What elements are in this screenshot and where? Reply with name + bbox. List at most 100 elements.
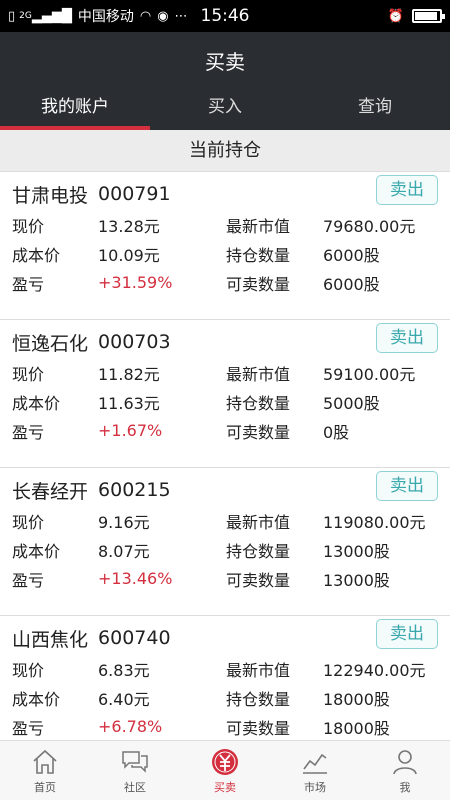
cost-value: 8.07元 xyxy=(98,541,150,561)
price-label: 现价 xyxy=(12,660,45,680)
market-value: 119080.00元 xyxy=(323,512,426,532)
sell-button[interactable]: 卖出 xyxy=(376,175,438,205)
chat-icon xyxy=(122,751,148,773)
pnl-value: +6.78% xyxy=(98,717,163,736)
battery-fill xyxy=(415,12,437,20)
nav-label: 我 xyxy=(399,781,411,794)
pnl-value: +13.46% xyxy=(98,569,173,588)
nav-home[interactable]: 首页 xyxy=(0,741,90,800)
sell-button[interactable]: 卖出 xyxy=(376,619,438,649)
sellable-label: 可卖数量 xyxy=(226,422,291,442)
holding-value: 6000股 xyxy=(323,245,380,265)
chart-icon xyxy=(303,753,327,774)
sim-icon: ▯ xyxy=(8,8,16,24)
sellable-label: 可卖数量 xyxy=(226,274,291,294)
sellable-value: 6000股 xyxy=(323,274,380,294)
stock-name: 长春经开 xyxy=(12,480,89,503)
carrier-name: 中国移动 xyxy=(77,9,134,25)
position-card: 恒逸石化 000703 卖出 现价 11.82元 最新市值 59100.00元 … xyxy=(0,320,450,468)
market-value-label: 最新市值 xyxy=(226,660,291,680)
yuan-icon xyxy=(212,749,238,775)
cost-label: 成本价 xyxy=(12,689,61,709)
pnl-label: 盈亏 xyxy=(12,422,45,442)
position-card: 山西焦化 600740 卖出 现价 6.83元 最新市值 122940.00元 … xyxy=(0,616,450,740)
stock-code: 000791 xyxy=(98,183,171,205)
holding-label: 持仓数量 xyxy=(226,393,291,413)
weibo-icon: ◉ xyxy=(157,8,169,24)
position-card: 长春经开 600215 卖出 现价 9.16元 最新市值 119080.00元 … xyxy=(0,468,450,616)
holding-label: 持仓数量 xyxy=(226,245,291,265)
pnl-value: +1.67% xyxy=(98,421,163,440)
section-title: 当前持仓 xyxy=(0,130,450,172)
page-title: 买卖 xyxy=(205,50,245,74)
pnl-label: 盈亏 xyxy=(12,274,45,294)
more-icon: ⋯ xyxy=(174,8,188,24)
stock-name: 甘肃电投 xyxy=(12,184,89,207)
sell-button[interactable]: 卖出 xyxy=(376,471,438,501)
home-icon xyxy=(33,749,57,774)
price-value: 9.16元 xyxy=(98,512,150,532)
market-value-label: 最新市值 xyxy=(226,512,291,532)
nav-trade[interactable]: 买卖 xyxy=(180,741,270,800)
signal-icon: ▂▄▆█ xyxy=(31,8,72,24)
holding-value: 13000股 xyxy=(323,541,390,561)
tab-my-account[interactable]: 我的账户 xyxy=(0,90,150,130)
wifi-icon: ◠ xyxy=(139,8,152,24)
sellable-label: 可卖数量 xyxy=(226,718,291,738)
tab-label: 买入 xyxy=(208,97,242,117)
holding-value: 18000股 xyxy=(323,689,390,709)
nav-community[interactable]: 社区 xyxy=(90,741,180,800)
cost-label: 成本价 xyxy=(12,541,61,561)
holding-label: 持仓数量 xyxy=(226,689,291,709)
stock-name: 山西焦化 xyxy=(12,628,89,651)
tab-query[interactable]: 查询 xyxy=(300,90,450,130)
nav-label: 市场 xyxy=(304,781,326,794)
stock-code: 600215 xyxy=(98,479,171,501)
market-value: 79680.00元 xyxy=(323,216,416,236)
cost-value: 10.09元 xyxy=(98,245,160,265)
sellable-value: 0股 xyxy=(323,422,350,442)
pnl-label: 盈亏 xyxy=(12,718,45,738)
sellable-value: 18000股 xyxy=(323,718,390,738)
market-value-label: 最新市值 xyxy=(226,216,291,236)
price-value: 13.28元 xyxy=(98,216,160,236)
price-label: 现价 xyxy=(12,216,45,236)
pnl-label: 盈亏 xyxy=(12,570,45,590)
sellable-label: 可卖数量 xyxy=(226,570,291,590)
price-value: 6.83元 xyxy=(98,660,150,680)
holding-label: 持仓数量 xyxy=(226,541,291,561)
market-value-label: 最新市值 xyxy=(226,364,291,384)
nav-label: 社区 xyxy=(124,781,146,794)
tab-label: 我的账户 xyxy=(41,97,109,117)
cost-value: 11.63元 xyxy=(98,393,160,413)
nav-market[interactable]: 市场 xyxy=(270,741,360,800)
stock-code: 600740 xyxy=(98,627,171,649)
tab-buy[interactable]: 买入 xyxy=(150,90,300,130)
cost-value: 6.40元 xyxy=(98,689,150,709)
sellable-value: 13000股 xyxy=(323,570,390,590)
bottom-nav: 首页 社区 买卖 市场 我 xyxy=(0,740,450,800)
price-label: 现价 xyxy=(12,512,45,532)
nav-me[interactable]: 我 xyxy=(360,741,450,800)
battery-icon xyxy=(412,9,445,23)
holding-value: 5000股 xyxy=(323,393,380,413)
positions-list[interactable]: 甘肃电投 000791 卖出 现价 13.28元 最新市值 79680.00元 … xyxy=(0,172,450,740)
position-card: 甘肃电投 000791 卖出 现价 13.28元 最新市值 79680.00元 … xyxy=(0,172,450,320)
status-bar: ▯ 2G ▂▄▆█ 中国移动 ◠ ◉ ⋯ 15:46 ⏰ xyxy=(0,0,450,32)
cost-label: 成本价 xyxy=(12,245,61,265)
cost-label: 成本价 xyxy=(12,393,61,413)
stock-code: 000703 xyxy=(98,331,171,353)
alarm-icon: ⏰ xyxy=(387,8,404,24)
network-type: 2G xyxy=(19,10,32,21)
sell-button[interactable]: 卖出 xyxy=(376,323,438,353)
app-header: 买卖 我的账户 买入 查询 xyxy=(0,32,450,130)
tab-bar: 我的账户 买入 查询 xyxy=(0,90,450,130)
nav-label: 买卖 xyxy=(214,781,236,794)
nav-label: 首页 xyxy=(34,781,56,794)
market-value: 122940.00元 xyxy=(323,660,426,680)
price-value: 11.82元 xyxy=(98,364,160,384)
pnl-value: +31.59% xyxy=(98,273,173,292)
stock-name: 恒逸石化 xyxy=(12,332,89,355)
tab-label: 查询 xyxy=(358,97,392,117)
market-value: 59100.00元 xyxy=(323,364,416,384)
